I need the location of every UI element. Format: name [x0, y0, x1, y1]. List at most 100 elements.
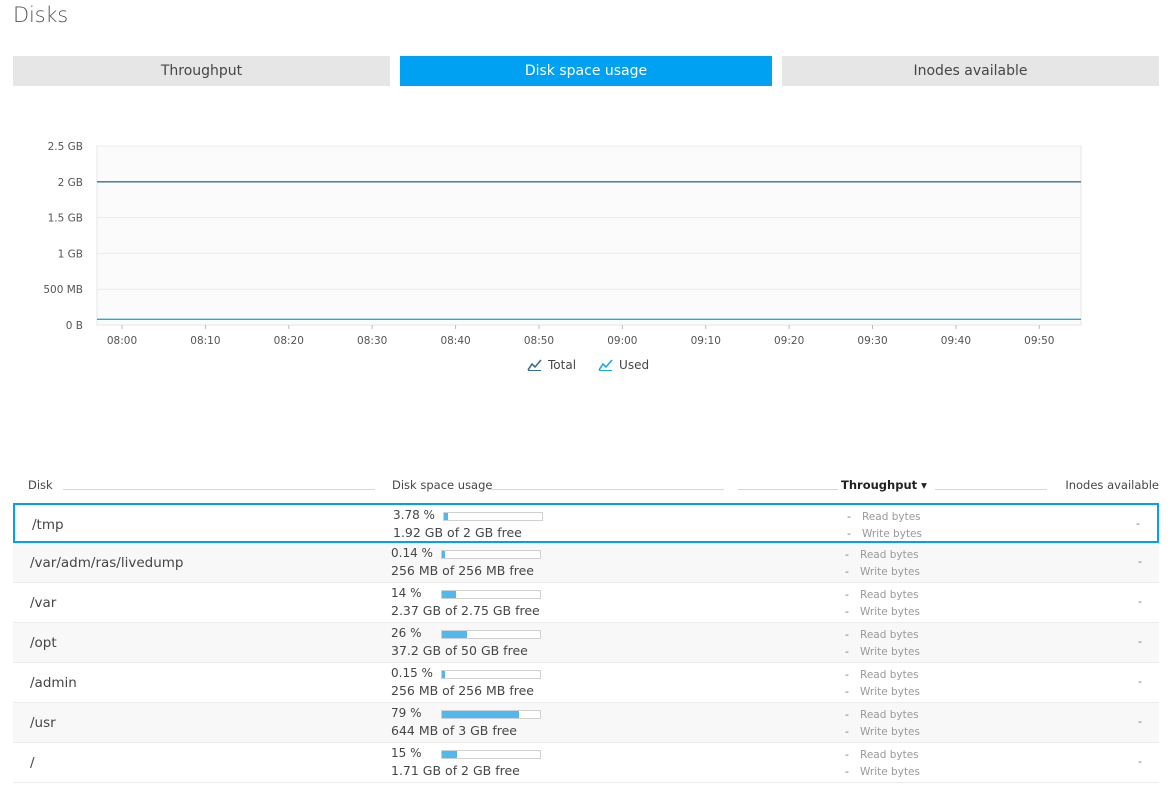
inodes-value: -	[1138, 715, 1142, 728]
usage-percent: 0.14 %	[391, 546, 433, 560]
usage-percent: 79 %	[391, 706, 422, 720]
inodes-value: -	[1138, 595, 1142, 608]
column-header-disk[interactable]: Disk	[28, 478, 53, 492]
write-bytes-label: Write bytes	[860, 606, 920, 618]
tab-bar: Throughput Disk space usage Inodes avail…	[13, 56, 1159, 86]
read-bytes-value: -	[845, 668, 849, 681]
free-space: 1.92 GB of 2 GB free	[393, 525, 522, 540]
disk-table: /tmp 3.78 % 1.92 GB of 2 GB free - Read …	[13, 503, 1159, 783]
usage-bar-fill	[442, 551, 445, 558]
disk-name[interactable]: /	[30, 755, 35, 771]
table-row[interactable]: / 15 % 1.71 GB of 2 GB free - Read bytes…	[13, 743, 1159, 783]
legend-label-total: Total	[548, 358, 577, 372]
legend-item-total[interactable]: Total	[527, 358, 576, 372]
legend-label-used: Used	[619, 358, 650, 372]
disk-space-chart: 0 B 500 MB 1 GB 1.5 GB 2 GB 2.5 GB 08:00 08:10…	[43, 141, 1082, 347]
tab-inodes-available[interactable]: Inodes available	[782, 56, 1159, 86]
column-header-disk-space-usage[interactable]: Disk space usage	[392, 478, 492, 492]
legend-item-used[interactable]: Used	[598, 358, 649, 372]
y-tick-label: 0 B	[66, 320, 83, 332]
table-row[interactable]: /tmp 3.78 % 1.92 GB of 2 GB free - Read …	[13, 503, 1159, 543]
inodes-value: -	[1138, 675, 1142, 688]
free-space: 256 MB of 256 MB free	[391, 683, 534, 698]
write-bytes-label: Write bytes	[860, 726, 920, 738]
free-space: 256 MB of 256 MB free	[391, 563, 534, 578]
y-axis-ticks: 0 B 500 MB 1 GB 1.5 GB 2 GB 2.5 GB	[43, 141, 83, 332]
usage-bar-fill	[442, 671, 445, 678]
column-header-inodes-available[interactable]: Inodes available	[1065, 478, 1159, 492]
x-tick-label: 08:00	[107, 335, 137, 347]
table-header: Disk Disk space usage Throughput ▾ Inode…	[13, 475, 1159, 495]
x-tick-label: 08:40	[440, 335, 470, 347]
table-row[interactable]: /usr 79 % 644 MB of 3 GB free - Read byt…	[13, 703, 1159, 743]
usage-percent: 15 %	[391, 746, 422, 760]
free-space: 1.71 GB of 2 GB free	[391, 763, 520, 778]
disk-name[interactable]: /usr	[30, 715, 56, 731]
column-header-throughput[interactable]: Throughput ▾	[841, 478, 927, 492]
header-divider	[63, 489, 375, 490]
usage-bar	[443, 512, 543, 521]
read-bytes-value: -	[845, 628, 849, 641]
usage-bar	[441, 670, 541, 679]
read-bytes-value: -	[845, 588, 849, 601]
y-tick-label: 2.5 GB	[48, 141, 83, 153]
x-tick-label: 08:10	[190, 335, 220, 347]
usage-bar-fill	[442, 751, 457, 758]
line-chart-icon	[598, 359, 613, 371]
inodes-value: -	[1138, 555, 1142, 568]
usage-bar-fill	[442, 591, 456, 598]
read-bytes-value: -	[845, 548, 849, 561]
table-row[interactable]: /var 14 % 2.37 GB of 2.75 GB free - Read…	[13, 583, 1159, 623]
usage-percent: 14 %	[391, 586, 422, 600]
inodes-value: -	[1138, 635, 1142, 648]
disk-name[interactable]: /opt	[30, 635, 57, 651]
table-row[interactable]: /var/adm/ras/livedump 0.14 % 256 MB of 2…	[13, 543, 1159, 583]
x-tick-label: 09:20	[774, 335, 804, 347]
header-divider	[488, 489, 724, 490]
x-tick-label: 08:20	[274, 335, 304, 347]
x-tick-label: 09:00	[607, 335, 637, 347]
free-space: 37.2 GB of 50 GB free	[391, 643, 528, 658]
disk-name[interactable]: /var/adm/ras/livedump	[30, 555, 184, 571]
x-tick-label: 09:10	[691, 335, 721, 347]
read-bytes-label: Read bytes	[860, 749, 919, 761]
inodes-value: -	[1138, 755, 1142, 768]
tab-throughput[interactable]: Throughput	[13, 56, 390, 86]
disk-name[interactable]: /var	[30, 595, 56, 611]
disk-name[interactable]: /admin	[30, 675, 77, 691]
y-tick-label: 500 MB	[43, 284, 83, 296]
usage-bar-fill	[442, 711, 520, 718]
y-tick-label: 1.5 GB	[48, 213, 83, 225]
x-axis-ticks: 08:00 08:10 08:20 08:30 08:40 08:50 09:00 09:10…	[107, 325, 1054, 347]
write-bytes-label: Write bytes	[860, 766, 920, 778]
write-bytes-value: -	[845, 725, 849, 738]
y-tick-label: 2 GB	[58, 177, 83, 189]
line-chart-icon	[527, 359, 542, 371]
write-bytes-value: -	[845, 685, 849, 698]
table-row[interactable]: /opt 26 % 37.2 GB of 50 GB free - Read b…	[13, 623, 1159, 663]
usage-bar	[441, 590, 541, 599]
write-bytes-value: -	[845, 645, 849, 658]
table-row[interactable]: /admin 0.15 % 256 MB of 256 MB free - Re…	[13, 663, 1159, 703]
free-space: 2.37 GB of 2.75 GB free	[391, 603, 540, 618]
tab-disk-space-usage[interactable]: Disk space usage	[400, 56, 772, 86]
x-tick-label: 09:40	[941, 335, 971, 347]
disk-name[interactable]: /tmp	[32, 517, 64, 533]
read-bytes-label: Read bytes	[860, 589, 919, 601]
write-bytes-value: -	[845, 605, 849, 618]
usage-percent: 3.78 %	[393, 508, 435, 522]
write-bytes-label: Write bytes	[862, 528, 922, 540]
usage-bar	[441, 710, 541, 719]
usage-bar	[441, 750, 541, 759]
read-bytes-value: -	[845, 748, 849, 761]
read-bytes-label: Read bytes	[862, 511, 921, 523]
write-bytes-value: -	[847, 527, 851, 540]
write-bytes-value: -	[845, 565, 849, 578]
read-bytes-label: Read bytes	[860, 709, 919, 721]
write-bytes-value: -	[845, 765, 849, 778]
write-bytes-label: Write bytes	[860, 686, 920, 698]
free-space: 644 MB of 3 GB free	[391, 723, 517, 738]
usage-bar-fill	[442, 631, 468, 638]
chart-legend: Total Used	[527, 358, 649, 372]
x-tick-label: 08:30	[357, 335, 387, 347]
